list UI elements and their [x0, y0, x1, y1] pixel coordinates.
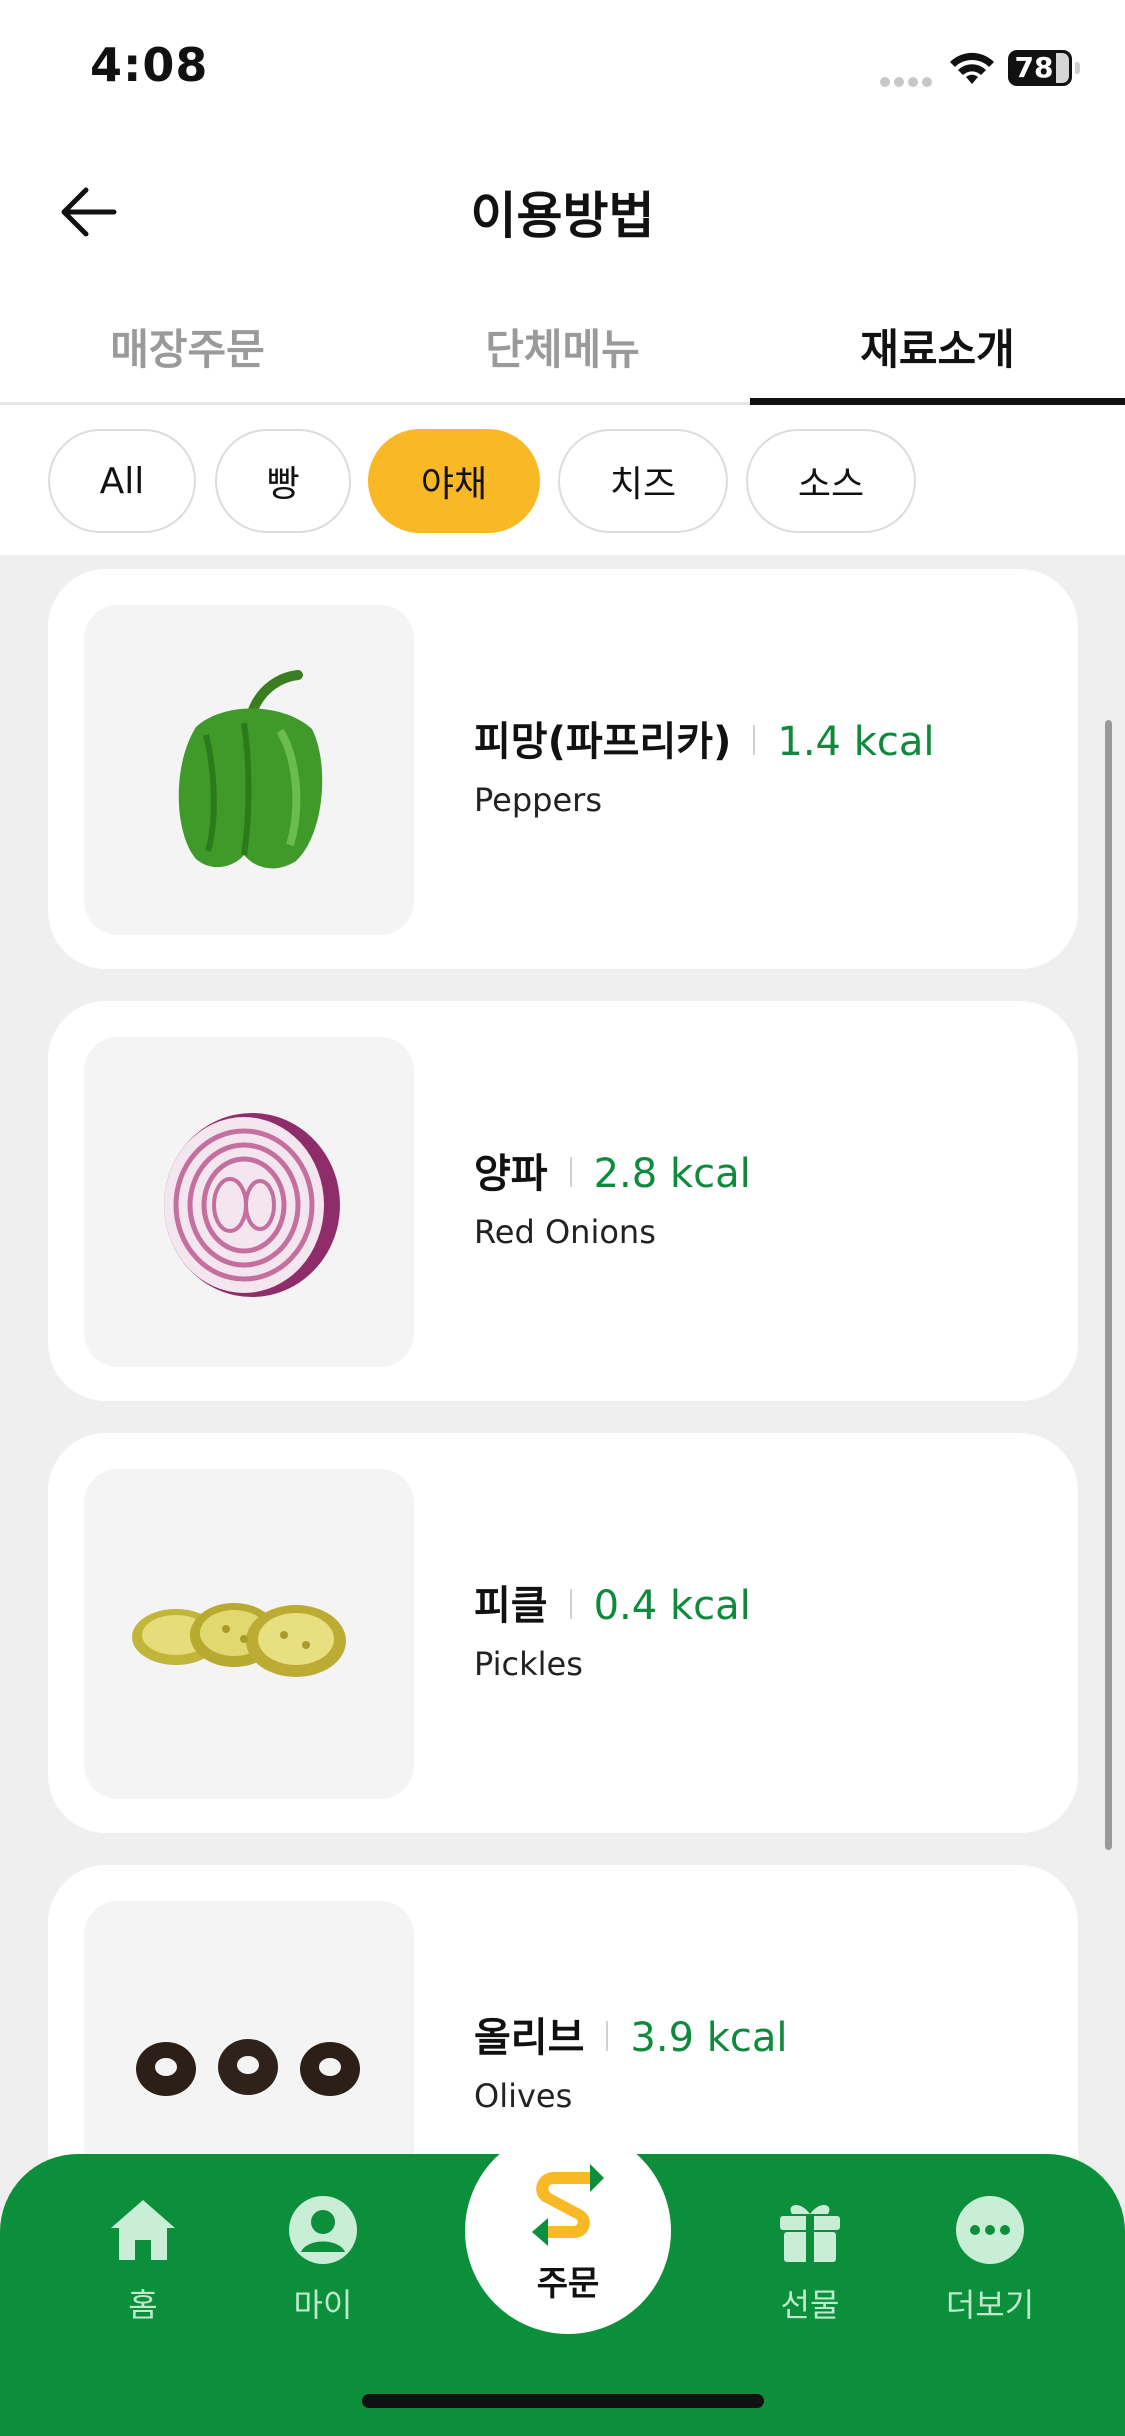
item-english-name: Peppers	[474, 781, 602, 819]
header: 이용방법	[0, 150, 1125, 270]
item-name: 올리브	[474, 2015, 585, 2061]
item-kcal: 0.4 kcal	[593, 1583, 751, 1629]
item-english-name: Red Onions	[474, 1213, 656, 1251]
item-title: 올리브 3.9 kcal	[474, 2005, 788, 2063]
item-english-name: Olives	[474, 2077, 573, 2115]
wifi-icon	[950, 52, 994, 84]
item-name: 피망(파프리카)	[474, 719, 732, 765]
pickles-image	[84, 1469, 414, 1799]
tab-group-menu[interactable]: 단체메뉴	[375, 300, 750, 402]
nav-my-label: 마이	[293, 2286, 353, 2324]
order-button[interactable]: 주문	[465, 2128, 671, 2334]
home-indicator	[362, 2394, 764, 2408]
item-title: 피클 0.4 kcal	[474, 1573, 751, 1631]
nav-home[interactable]: 홈	[63, 2194, 223, 2344]
filter-all[interactable]: All	[48, 429, 196, 533]
divider	[753, 725, 756, 755]
green-pepper-image	[84, 605, 414, 935]
item-title: 양파 2.8 kcal	[474, 1141, 751, 1199]
item-name: 양파	[474, 1151, 548, 1197]
cellular-signal-icon	[880, 72, 936, 87]
order-label: 주문	[536, 2264, 600, 2304]
filter-bread[interactable]: 빵	[215, 429, 351, 533]
tab-bar: 매장주문 단체메뉴 재료소개	[0, 300, 1125, 405]
nav-gift[interactable]: 선물	[730, 2194, 890, 2344]
home-icon	[111, 2200, 175, 2260]
divider	[569, 1157, 572, 1187]
filter-chips: All 빵 야채 치즈 소스	[0, 405, 1125, 555]
filter-vegetables[interactable]: 야채	[368, 429, 540, 533]
gift-icon	[780, 2204, 840, 2262]
page-title: 이용방법	[470, 187, 655, 245]
nav-more-label: 더보기	[945, 2286, 1035, 2324]
user-icon	[289, 2196, 357, 2264]
tab-ingredients[interactable]: 재료소개	[750, 300, 1125, 405]
battery-level: 78	[1014, 51, 1054, 84]
nav-home-label: 홈	[128, 2286, 158, 2324]
divider	[606, 2021, 609, 2051]
scrollbar[interactable]	[1105, 720, 1112, 1850]
nav-my[interactable]: 마이	[243, 2194, 403, 2344]
list-item[interactable]: 양파 2.8 kcal Red Onions	[48, 1001, 1078, 1401]
nav-gift-label: 선물	[780, 2286, 840, 2324]
list-item[interactable]: 피망(파프리카) 1.4 kcal Peppers	[48, 569, 1078, 969]
subway-logo-icon	[532, 2164, 604, 2246]
status-bar: 4:08 78	[0, 0, 1125, 130]
red-onion-image	[84, 1037, 414, 1367]
item-kcal: 1.4 kcal	[777, 719, 935, 765]
item-english-name: Pickles	[474, 1645, 583, 1683]
item-title: 피망(파프리카) 1.4 kcal	[474, 709, 934, 767]
tab-store-order[interactable]: 매장주문	[0, 300, 375, 402]
filter-cheese[interactable]: 치즈	[558, 429, 728, 533]
item-name: 피클	[474, 1583, 548, 1629]
item-kcal: 2.8 kcal	[593, 1151, 751, 1197]
battery-icon: 78	[1008, 50, 1080, 86]
list-item[interactable]: 피클 0.4 kcal Pickles	[48, 1433, 1078, 1833]
more-icon	[956, 2196, 1024, 2264]
divider	[569, 1589, 572, 1619]
nav-more[interactable]: 더보기	[910, 2194, 1070, 2344]
item-kcal: 3.9 kcal	[630, 2015, 788, 2061]
status-time: 4:08	[90, 38, 209, 92]
filter-sauce[interactable]: 소스	[746, 429, 916, 533]
